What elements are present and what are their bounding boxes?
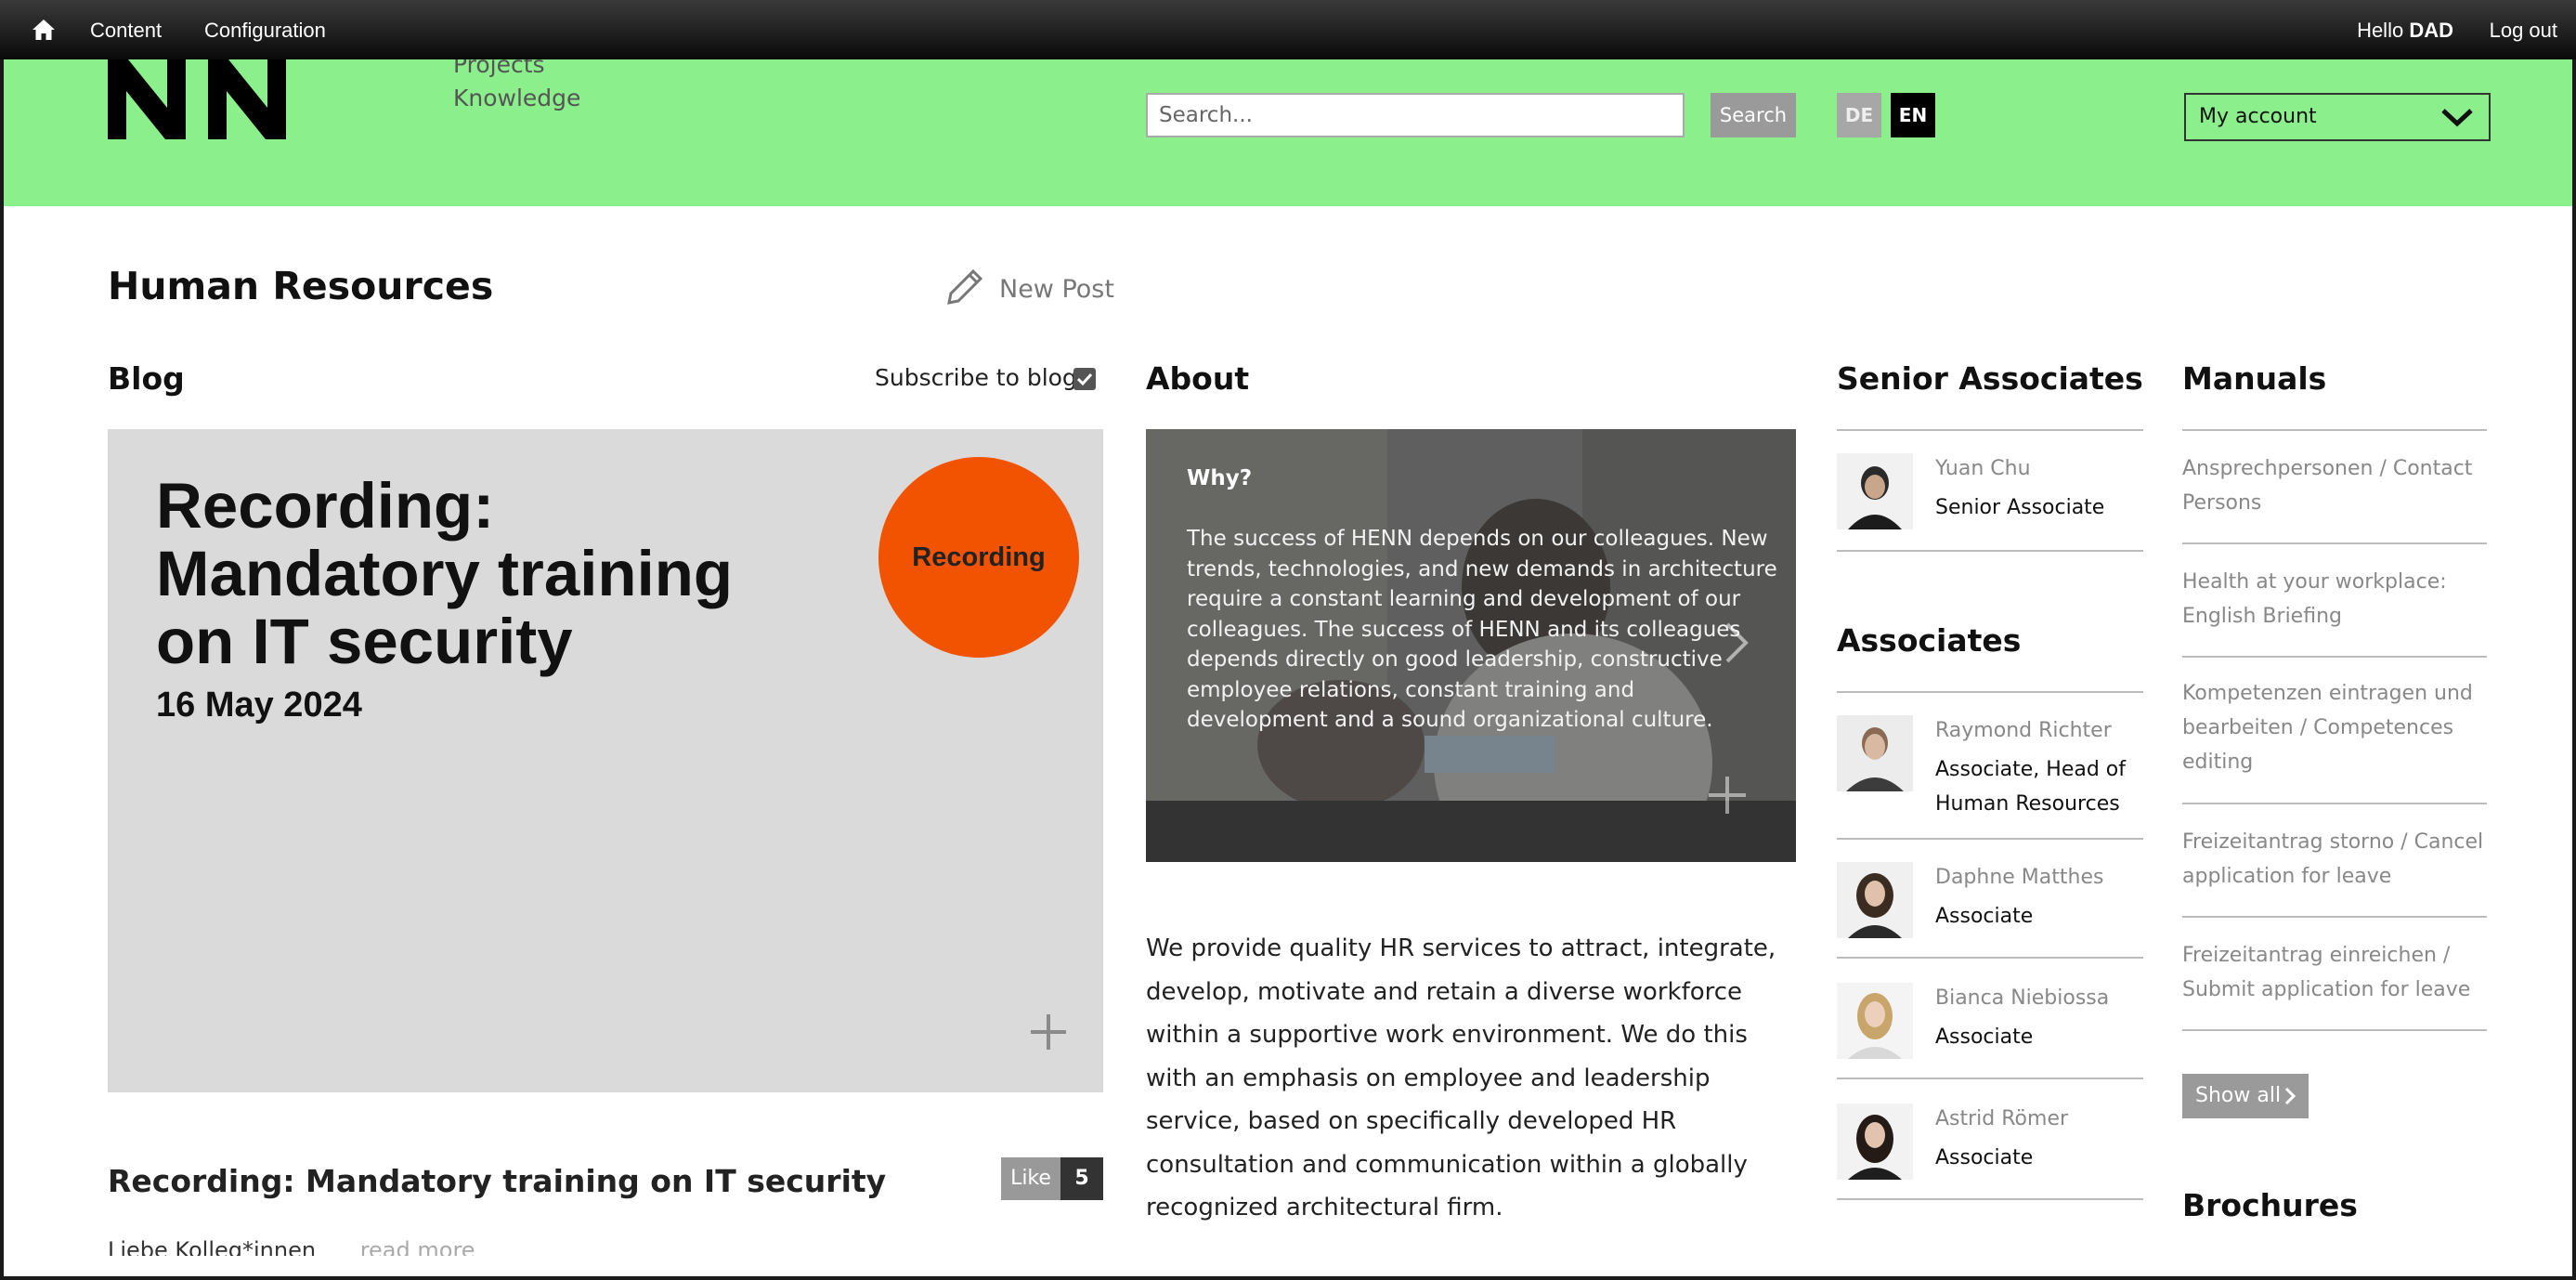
person-name[interactable]: Raymond Richter [1935, 719, 2112, 742]
divider [2182, 1029, 2487, 1031]
person-role: Associate [1935, 905, 2034, 928]
like-count: 5 [1060, 1157, 1103, 1200]
divider [1837, 838, 2143, 840]
read-more-link[interactable]: read more [360, 1237, 475, 1256]
associates-heading: Associates [1837, 622, 2022, 659]
person-name[interactable]: Astrid Römer [1935, 1107, 2068, 1130]
avatar [1837, 453, 1913, 529]
subscribe-label: Subscribe to blog [875, 364, 1077, 391]
user-name: DAD [2409, 19, 2453, 42]
about-heading: About [1146, 360, 1250, 397]
subscribe-checkbox[interactable] [1073, 368, 1096, 390]
divider [2182, 656, 2487, 658]
blog-post-teaser: Liebe Kolleg*innen read more [108, 1237, 475, 1256]
henn-logo[interactable] [108, 59, 286, 139]
show-all-button[interactable]: Show all [2182, 1074, 2309, 1118]
recording-badge: Recording [878, 457, 1079, 658]
person-role: Associate [1935, 1025, 2034, 1049]
nav-item-projects[interactable]: Projects [453, 59, 580, 82]
person-name[interactable]: Bianca Niebiossa [1935, 986, 2109, 1010]
divider [1837, 691, 2143, 693]
person-role: Associate, Head of Human Resources [1935, 758, 2126, 816]
main-navigation: Projects Knowledge [453, 59, 580, 115]
blog-card-date: 16 May 2024 [156, 686, 362, 725]
manual-link[interactable]: Ansprechpersonen / Contact Persons [2182, 451, 2489, 520]
about-slideshow[interactable]: Why? The success of HENN depends on our … [1146, 429, 1796, 862]
divider [1837, 550, 2143, 552]
divider [1837, 957, 2143, 959]
person-role: Senior Associate [1935, 496, 2105, 519]
divider [2182, 803, 2487, 804]
manual-link[interactable]: Freizeitantrag einreichen / Submit appli… [2182, 938, 2489, 1007]
pencil-icon [947, 268, 983, 305]
divider [1837, 1078, 2143, 1079]
greeting-prefix: Hello [2357, 19, 2404, 42]
admin-toolbar: Content Configuration Hello DAD Log out [0, 0, 2576, 59]
divider [2182, 429, 2487, 431]
search-button[interactable]: Search [1711, 93, 1796, 137]
divider [1837, 429, 2143, 431]
divider [2182, 542, 2487, 544]
blog-heading: Blog [108, 360, 185, 397]
avatar [1837, 1104, 1913, 1180]
user-greeting: Hello DAD [2357, 19, 2453, 43]
show-all-label: Show all [2195, 1084, 2282, 1107]
teaser-text: Liebe Kolleg*innen [108, 1237, 317, 1256]
plus-icon[interactable] [1707, 775, 1748, 816]
senior-associates-heading: Senior Associates [1837, 360, 2143, 397]
nav-item-knowledge[interactable]: Knowledge [453, 82, 580, 115]
chevron-right-icon [2284, 1087, 2296, 1105]
person-name[interactable]: Daphne Matthes [1935, 866, 2103, 889]
subscribe-to-blog-toggle[interactable]: Subscribe to blog [875, 364, 1096, 391]
language-en-button[interactable]: EN [1891, 93, 1935, 137]
manual-link[interactable]: Health at your workplace: English Briefi… [2182, 565, 2489, 633]
chevron-down-icon [2441, 109, 2473, 127]
blog-card-headline: Recording: Mandatory training on IT secu… [156, 470, 734, 677]
about-image-heading: Why? [1187, 466, 1253, 490]
my-account-label: My account [2199, 105, 2317, 128]
search-input[interactable] [1146, 93, 1685, 137]
about-image-text: The success of HENN depends on our colle… [1187, 527, 1777, 732]
divider [2182, 916, 2487, 918]
avatar [1837, 862, 1913, 938]
manuals-heading: Manuals [2182, 360, 2327, 397]
manual-link[interactable]: Freizeitantrag storno / Cancel applicati… [2182, 825, 2489, 894]
person-role: Associate [1935, 1146, 2034, 1169]
my-account-dropdown[interactable]: My account [2184, 93, 2491, 141]
page-title: Human Resources [108, 264, 494, 308]
admin-content-link[interactable]: Content [90, 19, 162, 43]
divider [1837, 1198, 2143, 1200]
avatar [1837, 715, 1913, 791]
about-description: We provide quality HR services to attrac… [1146, 934, 1776, 1221]
new-post-label: New Post [999, 275, 1114, 304]
home-icon[interactable] [32, 19, 56, 41]
person-name[interactable]: Yuan Chu [1935, 457, 2031, 480]
chevron-right-icon[interactable] [1722, 620, 1751, 665]
plus-icon[interactable] [1029, 1012, 1068, 1051]
language-de-button[interactable]: DE [1837, 93, 1881, 137]
blog-featured-card[interactable]: Recording: Mandatory training on IT secu… [108, 429, 1103, 1092]
like-label: Like [1001, 1157, 1060, 1200]
brochures-heading: Brochures [2182, 1187, 2358, 1223]
blog-post-title[interactable]: Recording: Mandatory training on IT secu… [108, 1163, 886, 1199]
checkmark-icon [1076, 372, 1093, 386]
site-header: Projects Knowledge Search DE EN My accou… [4, 59, 2572, 206]
avatar [1837, 983, 1913, 1059]
logout-link[interactable]: Log out [2490, 19, 2557, 43]
manual-link[interactable]: Kompetenzen eintragen und bearbeiten / C… [2182, 676, 2489, 779]
admin-configuration-link[interactable]: Configuration [204, 19, 326, 43]
